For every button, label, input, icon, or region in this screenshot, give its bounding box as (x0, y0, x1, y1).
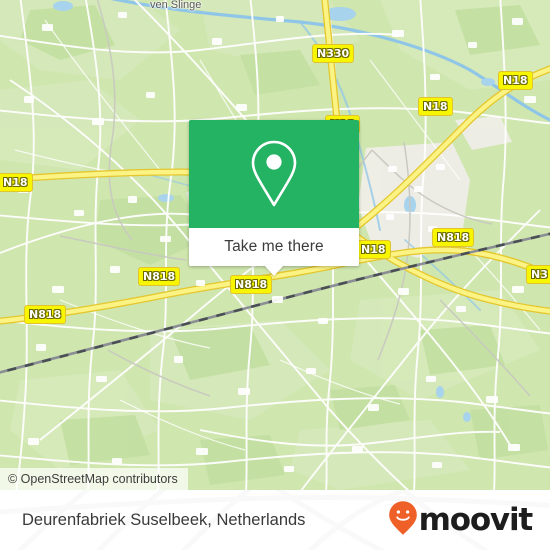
road-shield-n818[interactable]: N818 (432, 228, 475, 247)
road-shield-n18[interactable]: N18 (418, 97, 453, 116)
road-shield-n818[interactable]: N818 (138, 267, 181, 286)
road-shield-n18[interactable]: N18 (498, 71, 533, 90)
moovit-location-share-card: ven Slinge N330 N18 N18 N18 N18 N18 N818… (0, 0, 550, 550)
moovit-logo[interactable]: moovit (388, 500, 534, 541)
map-attribution[interactable]: © OpenStreetMap contributors (0, 468, 188, 490)
card-pointer-tail (264, 265, 284, 276)
card-image-area (189, 120, 359, 228)
road-shield-n330[interactable]: N330 (312, 44, 355, 63)
moovit-wordmark: moovit (418, 501, 534, 538)
location-title: Deurenfabriek Suselbeek, Netherlands (22, 510, 306, 529)
road-shield-n818[interactable]: N818 (230, 275, 273, 294)
road-shield-n3[interactable]: N3 (526, 265, 550, 284)
road-shield-n18[interactable]: N18 (0, 173, 33, 192)
take-me-there-card[interactable]: Take me there (189, 120, 359, 276)
road-shield-n818[interactable]: N818 (24, 305, 67, 324)
location-pin-icon (246, 138, 302, 210)
card-cta-area[interactable]: Take me there (189, 228, 359, 276)
card-cta-label: Take me there (224, 238, 324, 255)
moovit-pin-logo-icon (388, 500, 418, 541)
water-label: ven Slinge (150, 0, 202, 11)
road-shield-n18[interactable]: N18 (356, 240, 391, 259)
footer-bar: Deurenfabriek Suselbeek, Netherlands moo… (0, 490, 550, 550)
map-canvas[interactable]: ven Slinge N330 N18 N18 N18 N18 N18 N818… (0, 0, 550, 490)
